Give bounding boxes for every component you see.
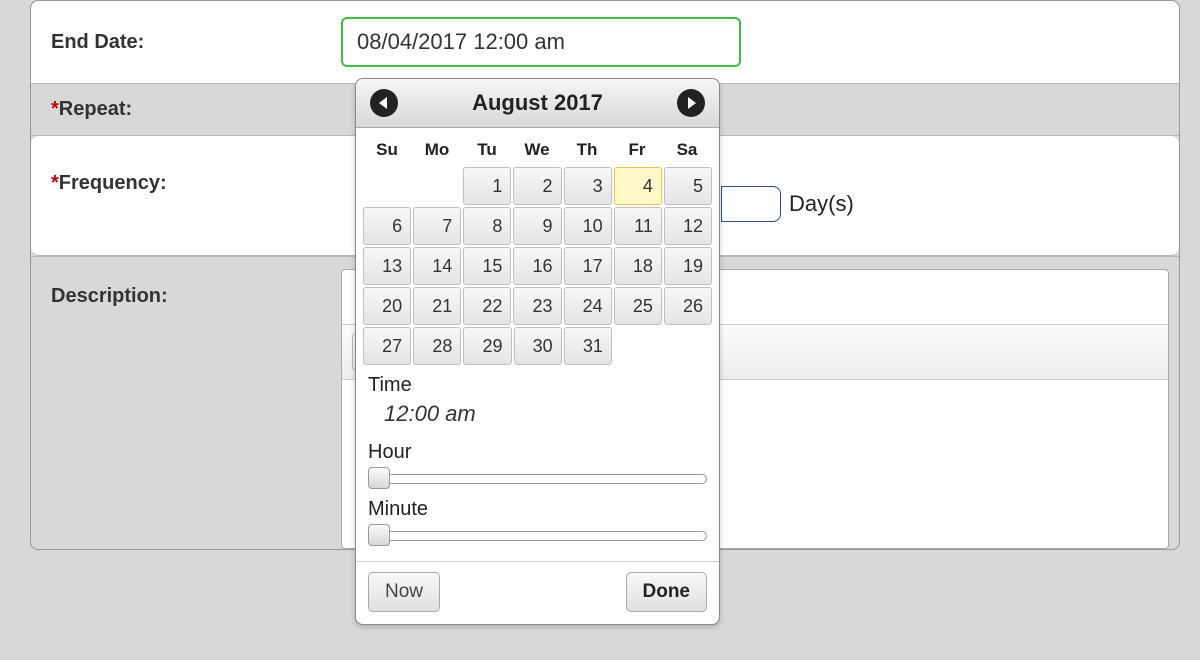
triangle-right-icon <box>688 97 696 109</box>
triangle-left-icon <box>379 97 387 109</box>
calendar-day[interactable]: 24 <box>564 287 612 325</box>
calendar-day[interactable]: 14 <box>413 247 461 285</box>
datepicker-popup: August 2017 SuMoTuWeThFrSa12345678910111… <box>355 78 720 625</box>
calendar-day[interactable]: 15 <box>463 247 511 285</box>
calendar-day[interactable]: 18 <box>614 247 662 285</box>
done-button[interactable]: Done <box>626 572 708 612</box>
calendar-day[interactable]: 11 <box>614 207 662 245</box>
calendar-day[interactable]: 17 <box>564 247 612 285</box>
calendar-day[interactable]: 27 <box>363 327 411 365</box>
day-of-week-header: We <box>512 134 562 166</box>
calendar-day[interactable]: 3 <box>564 167 612 205</box>
calendar-day[interactable]: 2 <box>513 167 561 205</box>
calendar-day[interactable]: 16 <box>513 247 561 285</box>
calendar-day[interactable]: 29 <box>463 327 511 365</box>
now-button[interactable]: Now <box>368 572 440 612</box>
day-of-week-header: Fr <box>612 134 662 166</box>
calendar-day[interactable]: 25 <box>614 287 662 325</box>
frequency-label: *Frequency: <box>31 136 341 209</box>
calendar-day[interactable]: 30 <box>514 327 562 365</box>
calendar-day[interactable]: 22 <box>463 287 511 325</box>
minute-label: Minute <box>368 498 707 521</box>
day-of-week-header: Mo <box>412 134 462 166</box>
calendar-day[interactable]: 8 <box>463 207 511 245</box>
calendar-day[interactable]: 19 <box>664 247 712 285</box>
calendar-day[interactable]: 28 <box>413 327 461 365</box>
calendar-day[interactable]: 12 <box>664 207 712 245</box>
day-of-week-header: Th <box>562 134 612 166</box>
day-of-week-header: Tu <box>462 134 512 166</box>
end-date-input[interactable] <box>341 17 741 67</box>
hour-slider-handle[interactable] <box>368 467 390 489</box>
description-label: Description: <box>31 257 341 322</box>
calendar-day[interactable]: 5 <box>664 167 712 205</box>
time-value: 12:00 am <box>368 397 707 437</box>
minute-slider[interactable] <box>368 523 707 547</box>
calendar-day[interactable]: 26 <box>664 287 712 325</box>
calendar-day[interactable]: 13 <box>363 247 411 285</box>
frequency-input[interactable] <box>721 186 781 222</box>
calendar-day[interactable]: 1 <box>463 167 511 205</box>
calendar-day[interactable]: 21 <box>413 287 461 325</box>
day-of-week-header: Sa <box>662 134 712 166</box>
day-of-week-header: Su <box>362 134 412 166</box>
calendar-day[interactable]: 6 <box>363 207 411 245</box>
calendar-day[interactable]: 4 <box>614 167 662 205</box>
datepicker-title: August 2017 <box>472 90 603 116</box>
calendar-day[interactable]: 9 <box>513 207 561 245</box>
prev-month-button[interactable] <box>370 89 398 117</box>
repeat-label: *Repeat: <box>31 84 341 135</box>
frequency-unit: Day(s) <box>789 191 854 217</box>
calendar-day[interactable]: 23 <box>513 287 561 325</box>
time-label: Time <box>368 374 707 397</box>
minute-slider-handle[interactable] <box>368 524 390 546</box>
next-month-button[interactable] <box>677 89 705 117</box>
calendar-day[interactable]: 20 <box>363 287 411 325</box>
hour-label: Hour <box>368 441 707 464</box>
end-date-label: End Date: <box>31 17 341 68</box>
calendar-day[interactable]: 10 <box>564 207 612 245</box>
calendar-grid: SuMoTuWeThFrSa12345678910111213141516171… <box>356 128 719 368</box>
hour-slider[interactable] <box>368 466 707 490</box>
calendar-day[interactable]: 31 <box>564 327 612 365</box>
calendar-day[interactable]: 7 <box>413 207 461 245</box>
